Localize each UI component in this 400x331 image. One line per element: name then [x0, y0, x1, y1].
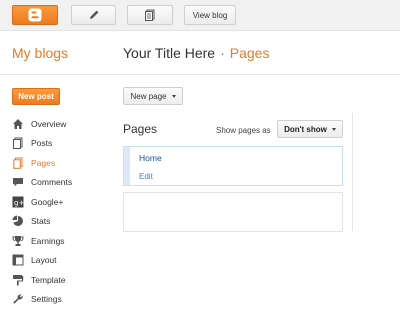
empty-page-slot: [123, 192, 343, 232]
chevron-down-icon: [171, 94, 176, 98]
chevron-down-icon: [331, 127, 336, 131]
edit-page-link[interactable]: Edit: [139, 172, 153, 181]
trophy-icon: [12, 235, 24, 247]
comments-icon: [12, 176, 24, 188]
page-title: Your Title Here · Pages: [123, 45, 269, 61]
blog-title: Your Title Here: [123, 45, 216, 61]
pages-icon: [12, 157, 24, 169]
sidebar-item-stats[interactable]: Stats: [12, 212, 108, 232]
title-separator: ·: [220, 45, 225, 61]
sidebar-item-overview[interactable]: Overview: [12, 114, 108, 134]
sidebar-item-label: Template: [31, 274, 66, 285]
svg-text:g+: g+: [14, 199, 24, 207]
new-post-button[interactable]: New post: [12, 88, 60, 105]
template-icon: [12, 274, 24, 286]
new-page-label: New page: [130, 91, 167, 101]
show-pages-value: Don't show: [284, 124, 327, 134]
stats-icon: [12, 215, 24, 227]
home-icon: [12, 118, 24, 130]
sidebar-item-earnings[interactable]: Earnings: [12, 231, 108, 251]
pages-panel-header: Pages Show pages as Don't show: [123, 120, 343, 140]
panel-divider: [352, 113, 353, 231]
posts-icon: [145, 9, 155, 21]
sidebar-item-template[interactable]: Template: [12, 270, 108, 290]
sidebar-item-label: Pages: [31, 157, 56, 168]
blogger-logo-button[interactable]: [12, 5, 58, 25]
view-blog-button[interactable]: View blog: [184, 5, 236, 25]
sidebar-item-label: Google+: [31, 196, 64, 207]
sidebar-item-pages[interactable]: Pages: [12, 153, 108, 173]
sidebar-item-layout[interactable]: Layout: [12, 251, 108, 271]
sidebar-nav: Overview Posts Pages Comments g+ Google+…: [12, 114, 108, 309]
posts-icon: [12, 137, 24, 150]
layout-icon: [12, 254, 24, 266]
sidebar-item-comments[interactable]: Comments: [12, 173, 108, 193]
sidebar-item-label: Earnings: [31, 235, 65, 246]
pages-heading: Pages: [123, 122, 158, 136]
google-plus-icon: g+: [12, 196, 24, 208]
show-pages-select[interactable]: Don't show: [277, 120, 343, 138]
posts-list-button[interactable]: [127, 5, 173, 25]
page-title-link[interactable]: Home: [139, 153, 162, 163]
page-list-item: Home Edit: [123, 146, 343, 186]
sidebar-item-label: Stats: [31, 216, 51, 227]
sidebar-item-label: Settings: [31, 294, 62, 305]
new-page-dropdown[interactable]: New page: [123, 87, 183, 105]
sidebar-item-label: Comments: [31, 177, 73, 188]
title-row: My blogs Your Title Here · Pages: [0, 31, 400, 75]
sidebar-item-label: Overview: [31, 118, 67, 129]
new-post-pencil-button[interactable]: [71, 5, 116, 25]
sidebar-item-google-plus[interactable]: g+ Google+: [12, 192, 108, 212]
blogger-icon: [28, 8, 42, 22]
my-blogs-link[interactable]: My blogs: [12, 45, 68, 61]
drag-handle[interactable]: [124, 147, 130, 185]
sidebar-item-settings[interactable]: Settings: [12, 290, 108, 310]
top-toolbar: View blog: [0, 0, 400, 31]
show-pages-as-label: Show pages as: [216, 126, 271, 135]
sidebar-item-label: Layout: [31, 255, 57, 266]
pencil-icon: [89, 10, 98, 19]
section-title: Pages: [229, 45, 270, 61]
sidebar-item-label: Posts: [31, 138, 53, 149]
sidebar-item-posts[interactable]: Posts: [12, 134, 108, 154]
wrench-icon: [12, 293, 24, 305]
